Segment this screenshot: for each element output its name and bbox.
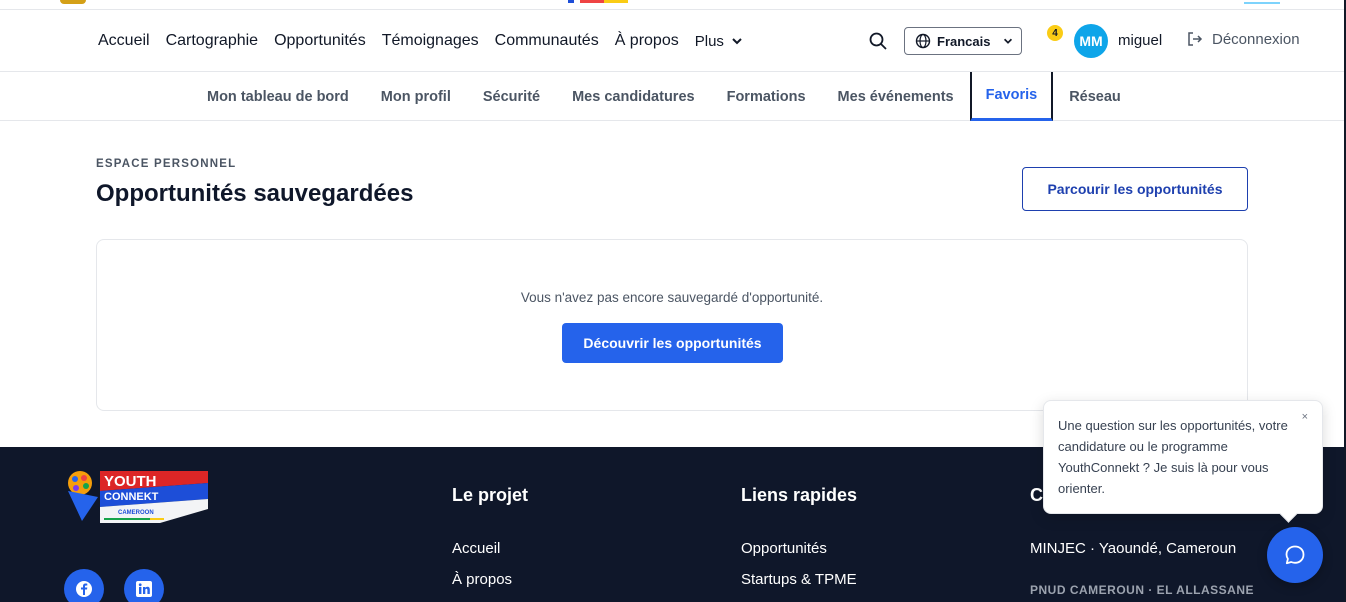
chat-open-button[interactable] [1267,527,1323,583]
footer-link-accueil[interactable]: Accueil [452,540,500,557]
footer-partner: PNUD CAMEROUN · EL ALLASSANE [1030,583,1255,597]
footer-title-liens-rapides: Liens rapides [741,485,858,505]
chat-prompt-message: Une question sur les opportunités, votre… [1058,418,1288,496]
more-menu[interactable]: Plus [695,33,744,50]
tab-favoris[interactable]: Favoris [969,72,1054,121]
top-strip [0,0,1346,10]
chevron-down-icon [1004,38,1013,44]
nav-link-opportunites[interactable]: Opportunités [274,32,366,50]
chat-icon [1285,545,1305,565]
facebook-icon [76,581,92,597]
nav-link-communautes[interactable]: Communautés [495,32,599,50]
footer-address: MINJEC · Yaoundé, Cameroun [1030,540,1237,557]
logo-line-youth: YOUTH [104,473,157,490]
linkedin-link[interactable] [124,569,164,602]
logout-label: Déconnexion [1212,30,1300,48]
logo-line-connekt: CONNEKT [104,491,159,503]
search-button[interactable] [866,29,890,53]
footer-title-contact: C [1030,485,1043,505]
nav-link-temoignages[interactable]: Témoignages [382,32,479,50]
nav-link-cartographie[interactable]: Cartographie [166,32,259,50]
tab-mes-candidatures[interactable]: Mes candidatures [556,72,711,121]
discover-opportunities-button[interactable]: Découvrir les opportunités [562,323,783,363]
chat-close-button[interactable]: × [1302,411,1308,423]
empty-state-message: Vous n'avez pas encore sauvegardé d'oppo… [520,290,824,305]
footer-link-a-propos[interactable]: À propos [452,571,512,588]
notification-badge[interactable]: 4 [1047,25,1063,41]
avatar[interactable]: MM [1074,24,1108,58]
nav-link-accueil[interactable]: Accueil [98,32,150,50]
dashboard-subnav: Mon tableau de bord Mon profil Sécurité … [0,72,1346,121]
svg-text:CONNEKT: CONNEKT [104,491,159,503]
page-title: Opportunités sauvegardées [96,180,414,207]
language-label: Francais [937,33,991,49]
linkedin-icon [136,581,152,597]
logout-icon [1188,32,1203,46]
search-icon [869,32,887,50]
chevron-down-icon [732,38,742,45]
top-logo-peek [60,0,86,4]
empty-state-card: Vous n'avez pas encore sauvegardé d'oppo… [96,239,1248,411]
footer-title-projet: Le projet [452,485,529,505]
tab-mon-profil[interactable]: Mon profil [365,72,467,121]
footer-link-startups[interactable]: Startups & TPME [741,571,857,588]
dashboard-tabs: Mon tableau de bord Mon profil Sécurité … [191,72,1137,121]
tab-tableau-de-bord[interactable]: Mon tableau de bord [191,72,365,121]
tab-securite[interactable]: Sécurité [467,72,556,121]
tab-formations[interactable]: Formations [711,72,822,121]
logout-button[interactable]: Déconnexion [1186,30,1300,48]
logo-line-cameroon: CAMEROON [118,510,154,516]
footer-link-opportunites[interactable]: Opportunités [741,540,827,557]
chat-prompt-bubble: Une question sur les opportunités, votre… [1043,400,1323,514]
main-nav: Accueil Cartographie Opportunités Témoig… [0,10,1346,72]
username[interactable]: miguel [1118,32,1162,49]
more-menu-label: Plus [694,32,724,50]
tab-reseau[interactable]: Réseau [1053,72,1137,121]
svg-text:CAMEROON: CAMEROON [118,510,154,516]
section-eyebrow: ESPACE PERSONNEL [96,158,237,170]
tab-mes-evenements[interactable]: Mes événements [822,72,970,121]
nav-link-a-propos[interactable]: À propos [615,32,679,50]
youthconnekt-logo[interactable]: YOUTH CONNEKT CAMEROON [64,469,210,525]
top-flag-peek [568,0,628,3]
globe-icon [915,33,931,49]
main-nav-links: Accueil Cartographie Opportunités Témoig… [98,10,744,72]
top-right-peek [1244,0,1280,4]
svg-text:YOUTH: YOUTH [104,473,157,490]
facebook-link[interactable] [64,569,104,602]
language-select[interactable]: Francais [904,27,1022,55]
browse-opportunities-button[interactable]: Parcourir les opportunités [1022,167,1248,211]
